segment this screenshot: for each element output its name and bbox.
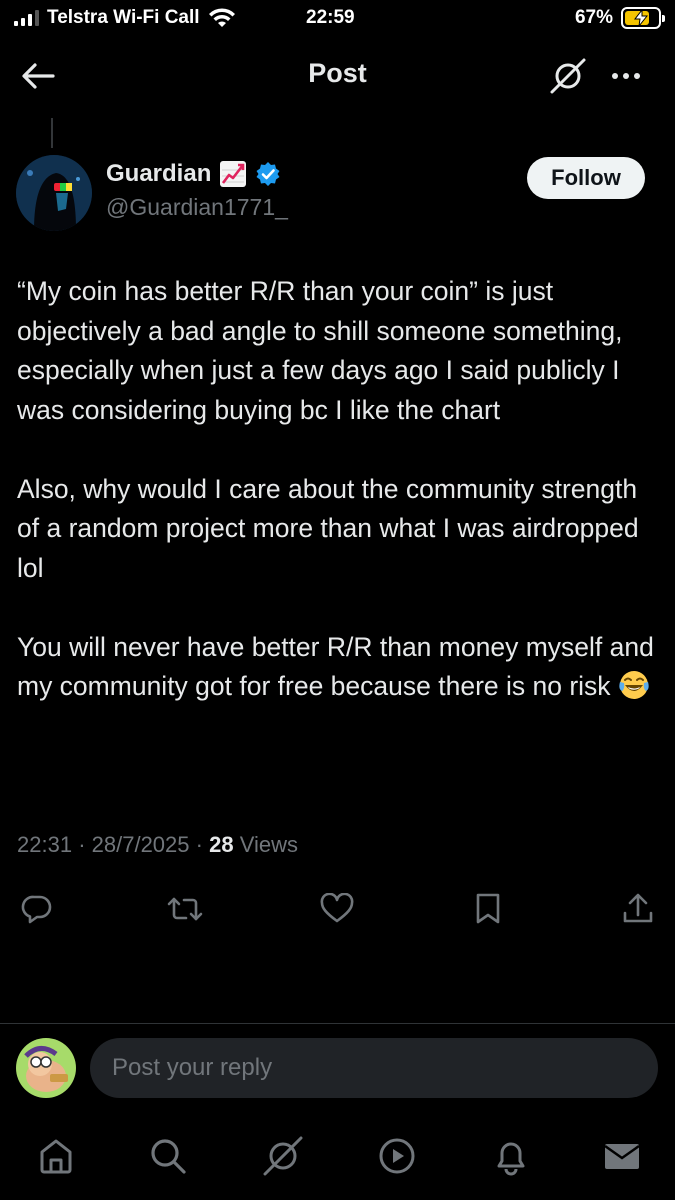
battery-percent: 67% xyxy=(574,7,613,28)
reply-button[interactable] xyxy=(17,889,57,929)
nav-search[interactable] xyxy=(146,1134,190,1178)
thread-connector xyxy=(51,118,53,148)
bookmark-icon xyxy=(476,893,500,924)
nav-video[interactable] xyxy=(375,1134,419,1178)
share-button[interactable] xyxy=(618,889,658,929)
signal-icon xyxy=(14,10,39,26)
grok-button[interactable] xyxy=(548,56,588,96)
nav-messages[interactable] xyxy=(600,1134,644,1178)
post-paragraph-last: You will never have better R/R than mone… xyxy=(17,628,657,707)
post-header: Post xyxy=(0,44,675,108)
post-time: 22:31 xyxy=(17,832,73,857)
search-icon xyxy=(151,1139,186,1174)
carrier-label: Telstra Wi-Fi Call xyxy=(47,7,200,28)
post-actions xyxy=(0,885,675,931)
post-paragraph: “My coin has better R/R than your coin” … xyxy=(17,276,623,425)
messages-icon xyxy=(604,1144,640,1169)
nav-notifications[interactable] xyxy=(489,1134,533,1178)
bottom-nav xyxy=(0,1112,675,1200)
status-left: Telstra Wi-Fi Call xyxy=(14,7,236,29)
face-with-tears-of-joy-emoji-icon xyxy=(619,671,649,699)
like-icon xyxy=(320,893,354,923)
views-count: 28 xyxy=(209,832,234,857)
post-text: “My coin has better R/R than your coin” … xyxy=(17,272,657,746)
post-date: 28/7/2025 xyxy=(91,832,190,857)
post-meta: 22:31 · 28/7/2025 · 28 Views xyxy=(17,832,298,858)
status-bar: Telstra Wi-Fi Call 22:59 67% xyxy=(0,0,675,40)
reply-input[interactable]: Post your reply xyxy=(90,1038,658,1098)
divider xyxy=(0,1023,675,1024)
wifi-icon xyxy=(208,8,235,27)
grok-icon xyxy=(550,58,586,94)
notifications-icon xyxy=(497,1142,525,1176)
nav-home[interactable] xyxy=(34,1134,78,1178)
post-paragraph-text: You will never have better R/R than mone… xyxy=(17,631,654,702)
bookmark-button[interactable] xyxy=(468,889,508,929)
more-options-button[interactable] xyxy=(605,58,647,94)
repost-button[interactable] xyxy=(165,889,205,929)
author-name-row: Guardian xyxy=(106,160,281,188)
battery-icon xyxy=(621,7,665,29)
like-button[interactable] xyxy=(317,889,357,929)
nav-grok[interactable] xyxy=(261,1134,305,1178)
author-handle[interactable]: @Guardian1771_ xyxy=(106,194,288,221)
reply-icon xyxy=(21,895,52,924)
chart-increasing-emoji-icon xyxy=(220,161,247,187)
meta-separator: · xyxy=(78,832,86,857)
share-icon xyxy=(623,893,653,923)
clock: 22:59 xyxy=(306,7,355,28)
author-avatar[interactable] xyxy=(16,155,92,231)
views-label[interactable]: Views xyxy=(240,832,298,857)
verified-badge-icon xyxy=(256,162,280,186)
user-avatar[interactable] xyxy=(16,1038,76,1098)
repost-icon xyxy=(167,897,203,921)
status-right: 67% xyxy=(574,7,665,29)
home-icon xyxy=(40,1139,72,1174)
meta-separator: · xyxy=(195,832,203,857)
grok-icon xyxy=(263,1136,303,1176)
follow-button[interactable]: Follow xyxy=(527,157,645,199)
video-icon xyxy=(379,1138,415,1174)
author-name[interactable]: Guardian xyxy=(106,160,211,188)
post-paragraph: Also, why would I care about the communi… xyxy=(17,473,639,583)
